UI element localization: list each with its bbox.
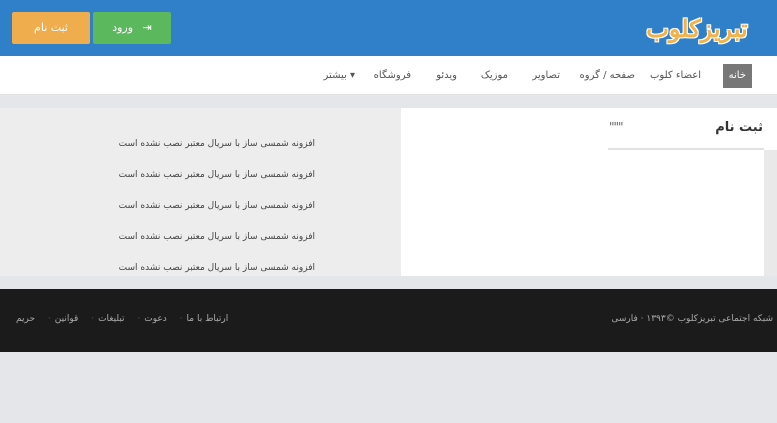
panel-divider [608, 148, 764, 150]
warning-message: افزونه شمسی ساز با سریال معتبر نصب نشده … [118, 139, 315, 149]
warning-message: افزونه شمسی ساز با سریال معتبر نصب نشده … [118, 232, 315, 242]
footer-copyright: شبکه اجتماعی تبریزکلوب ©۱۳۹۳ · فارسی [611, 314, 773, 324]
panel-title: ثبت نام [715, 120, 763, 135]
register-button[interactable]: ثبت نام [12, 12, 90, 44]
site-logo[interactable]: تبریزکلوب [637, 12, 757, 46]
nav-item-members[interactable]: اعضاء کلوب [650, 64, 701, 88]
main-nav: خانه اعضاء کلوب صفحه / گروه تصاویر موزیک… [0, 56, 777, 95]
side-content: افزونه شمسی ساز با سریال معتبر نصب نشده … [0, 108, 401, 276]
panel-menu-icon[interactable]: """ [609, 120, 624, 134]
register-panel: ثبت نام """ [401, 108, 777, 276]
top-header: تبریزکلوب ورود ⇥ ثبت نام [0, 0, 777, 56]
footer-link-rules[interactable]: قوانین [55, 314, 79, 324]
separator: · [91, 314, 95, 324]
register-label: ثبت نام [34, 21, 68, 34]
panel-scroll-area [764, 150, 777, 276]
separator: · [137, 314, 141, 324]
warning-message: افزونه شمسی ساز با سریال معتبر نصب نشده … [118, 170, 315, 180]
footer-link-ads[interactable]: تبلیغات [98, 314, 124, 324]
warning-message: افزونه شمسی ساز با سریال معتبر نصب نشده … [118, 201, 315, 211]
separator: · [47, 314, 51, 324]
nav-item-music[interactable]: موزیک [481, 64, 508, 88]
footer-link-privacy[interactable]: حریم [16, 314, 35, 324]
warning-list: افزونه شمسی ساز با سریال معتبر نصب نشده … [15, 137, 315, 292]
footer-link-contact[interactable]: ارتباط با ما [187, 314, 229, 324]
footer-link-invite[interactable]: دعوت [144, 314, 167, 324]
nav-item-pages-groups[interactable]: صفحه / گروه [580, 64, 635, 88]
nav-item-shop[interactable]: فروشگاه [374, 64, 411, 88]
login-label: ورود [112, 21, 134, 34]
nav-item-home[interactable]: خانه [722, 64, 752, 88]
login-button[interactable]: ورود ⇥ [93, 12, 171, 44]
sign-in-icon: ⇥ [142, 21, 152, 34]
nav-item-photos[interactable]: تصاویر [532, 64, 560, 88]
warning-message: افزونه شمسی ساز با سریال معتبر نصب نشده … [118, 263, 315, 273]
footer-links: ارتباط با ما· دعوت· تبلیغات· قوانین· حری… [16, 314, 232, 324]
footer: شبکه اجتماعی تبریزکلوب ©۱۳۹۳ · فارسی ارت… [0, 289, 777, 352]
separator: · [179, 314, 183, 324]
nav-item-more[interactable]: بیشتر ▾ [324, 64, 355, 88]
nav-item-video[interactable]: ویدئو [436, 64, 457, 88]
